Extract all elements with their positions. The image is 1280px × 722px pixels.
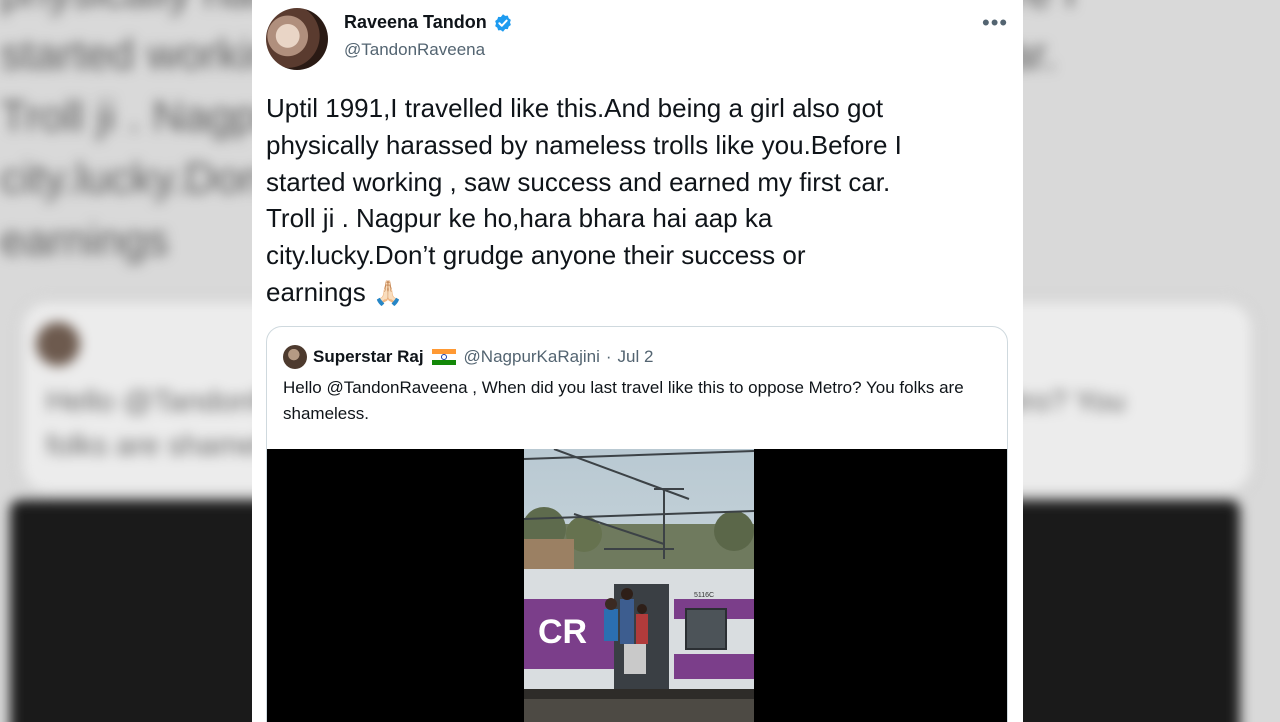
more-options-icon[interactable]: ••• bbox=[982, 10, 1008, 36]
verified-badge-icon bbox=[494, 13, 511, 32]
quoted-separator: · bbox=[605, 347, 612, 366]
quoted-author-handle: @NagpurKaRajini bbox=[463, 347, 600, 366]
quoted-tweet-text: Hello @TandonRaveena , When did you last… bbox=[283, 378, 964, 423]
video-frame-train[interactable]: CR 5116C bbox=[524, 449, 754, 722]
tweet-body: Uptil 1991,I travelled like this.And bei… bbox=[266, 93, 902, 307]
tweet-card[interactable]: Raveena Tandon @TandonRaveena ••• Uptil … bbox=[252, 0, 1023, 722]
quoted-tweet[interactable]: Superstar Raj @NagpurKaRajini · Jul 2 He… bbox=[266, 326, 1008, 722]
india-flag-icon bbox=[431, 349, 456, 365]
author-name-row[interactable]: Raveena Tandon bbox=[344, 12, 513, 33]
author-handle[interactable]: @TandonRaveena bbox=[344, 40, 485, 60]
coach-number: 5116C bbox=[694, 592, 714, 599]
author-name[interactable]: Raveena Tandon bbox=[344, 12, 487, 33]
quoted-author-name: Superstar Raj bbox=[313, 347, 424, 366]
train-logo-text: CR bbox=[538, 613, 587, 651]
quoted-video[interactable]: CR 5116C bbox=[267, 449, 1007, 722]
author-avatar[interactable] bbox=[266, 8, 328, 70]
quoted-tweet-header: Superstar Raj @NagpurKaRajini · Jul 2 bbox=[283, 345, 653, 369]
tweet-text: Uptil 1991,I travelled like this.And bei… bbox=[266, 90, 1016, 313]
blurred-quote-avatar bbox=[36, 322, 80, 366]
quoted-author-avatar bbox=[283, 345, 307, 369]
folded-hands-emoji: 🙏🏻 bbox=[372, 279, 403, 307]
quoted-date: Jul 2 bbox=[617, 347, 654, 366]
